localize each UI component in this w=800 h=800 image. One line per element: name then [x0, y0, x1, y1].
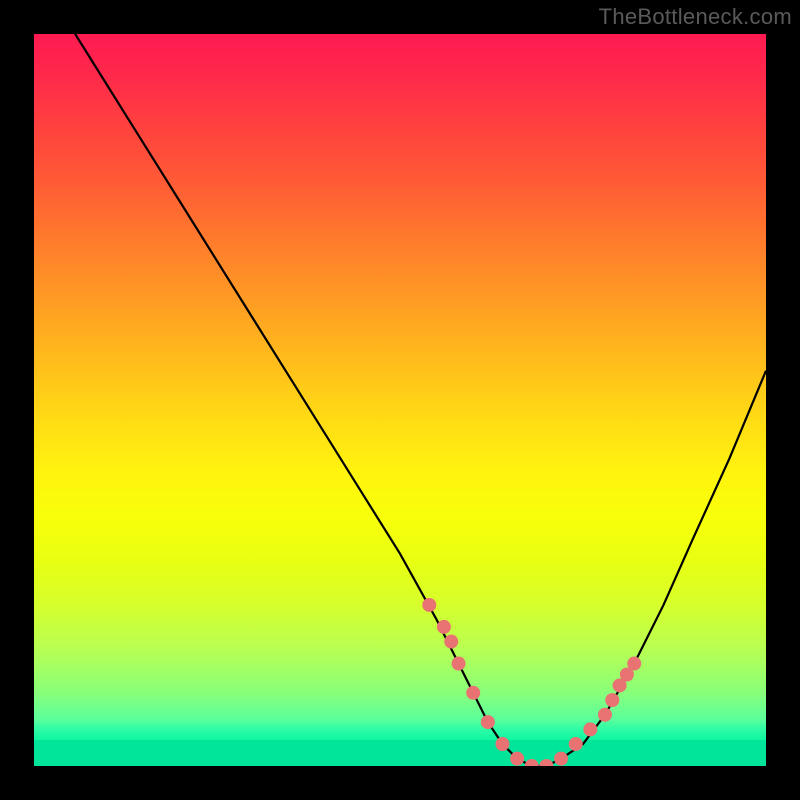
- data-point: [583, 722, 597, 736]
- bottleneck-curve: [34, 34, 766, 766]
- data-point: [598, 708, 612, 722]
- watermark-text: TheBottleneck.com: [599, 4, 792, 30]
- data-point: [525, 759, 539, 766]
- data-point: [569, 737, 583, 751]
- chart-canvas: TheBottleneck.com: [0, 0, 800, 800]
- data-point: [495, 737, 509, 751]
- plot-area: [34, 34, 766, 766]
- data-point: [444, 635, 458, 649]
- data-point: [605, 693, 619, 707]
- data-point: [422, 598, 436, 612]
- data-point: [510, 752, 524, 766]
- data-point: [481, 715, 495, 729]
- data-point: [437, 620, 451, 634]
- data-point: [554, 752, 568, 766]
- data-point: [452, 657, 466, 671]
- data-point: [627, 657, 641, 671]
- data-point: [539, 759, 553, 766]
- data-point: [466, 686, 480, 700]
